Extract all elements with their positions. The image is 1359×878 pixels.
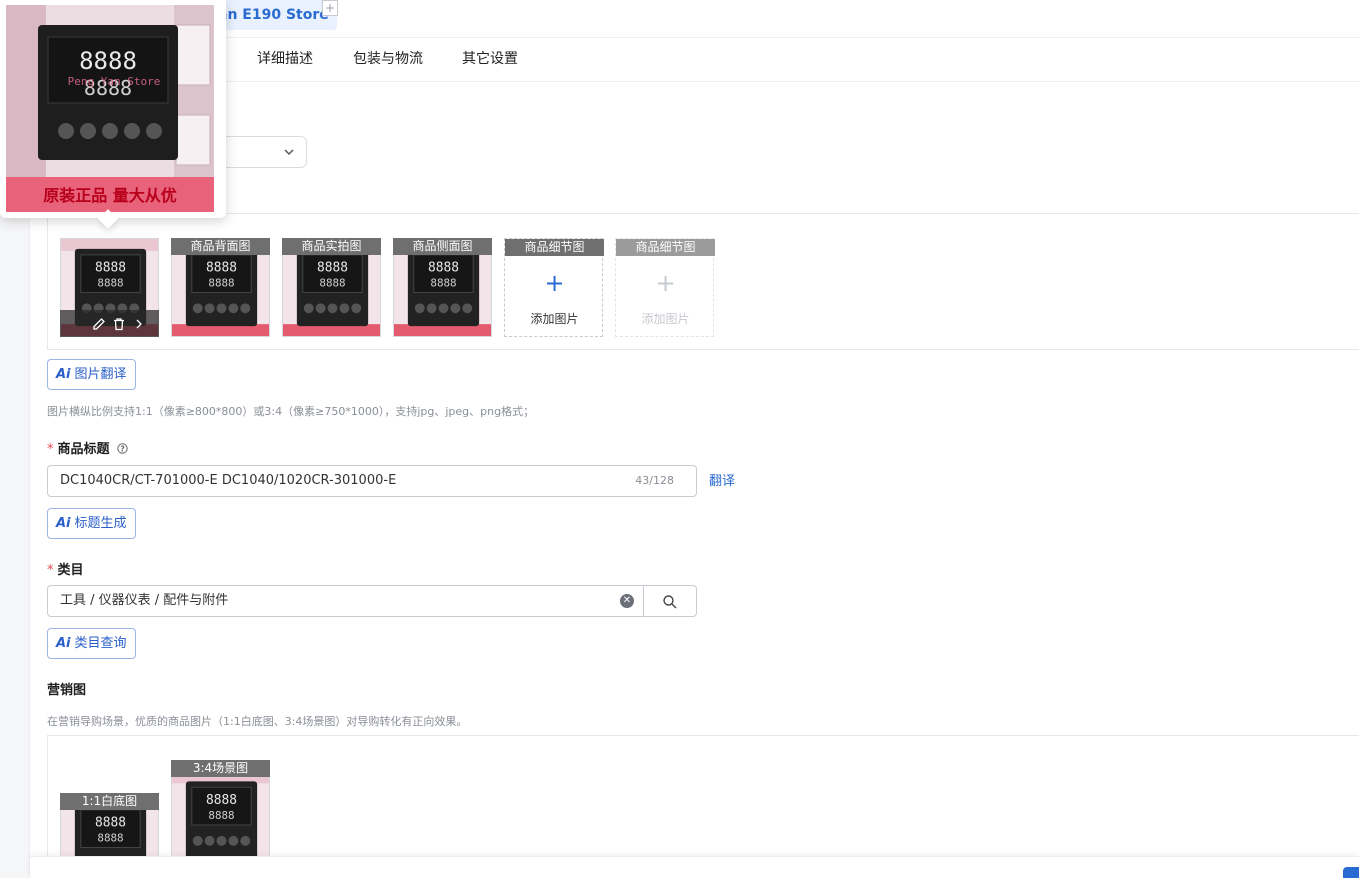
category-input[interactable]: 工具 / 仪器仪表 / 配件与附件 ✕ <box>47 585 644 617</box>
chevron-right-icon[interactable] <box>134 318 144 330</box>
add-image-text: 添加图片 <box>530 312 579 326</box>
delete-icon[interactable] <box>112 317 126 331</box>
ai-category-query-label: 类目查询 <box>74 636 127 651</box>
required-mark: * <box>47 442 54 457</box>
title-field-label: * 商品标题 ? <box>47 438 128 457</box>
add-tab-button[interactable]: + <box>322 0 338 16</box>
category-search-button[interactable] <box>643 585 697 617</box>
ai-icon: Ai <box>56 636 71 651</box>
product-image-main[interactable] <box>60 238 159 337</box>
product-images-panel: 商品背面图 商品实拍图 商品侧面图 商品细节图 + 添加图片 商品细节图 + 添… <box>47 213 1359 350</box>
product-image-side[interactable]: 商品侧面图 <box>393 238 492 337</box>
preview-watermark: Peng Yan Store <box>68 75 161 88</box>
title-char-count: 43/128 <box>635 474 674 487</box>
ai-title-generate-button[interactable]: Ai 标题生成 <box>47 508 136 539</box>
edit-icon[interactable] <box>92 317 106 331</box>
slot-label: 商品细节图 <box>616 239 715 256</box>
add-detail-image-button[interactable]: 商品细节图 + 添加图片 <box>504 238 604 337</box>
slot-label: 1:1白底图 <box>60 793 159 810</box>
slot-label: 商品实拍图 <box>282 238 381 255</box>
tab-packaging-logistics[interactable]: 包装与物流 <box>353 38 423 82</box>
category-value: 工具 / 仪器仪表 / 配件与附件 <box>60 593 229 608</box>
bottom-action-bar <box>30 856 1359 878</box>
svg-text:?: ? <box>120 444 124 453</box>
plus-icon: + <box>544 269 565 297</box>
slot-label: 3:4场景图 <box>171 760 270 777</box>
required-mark: * <box>47 563 54 578</box>
marketing-images-label: 营销图 <box>47 683 87 698</box>
product-image-real[interactable]: 商品实拍图 <box>282 238 381 337</box>
tab-other-settings[interactable]: 其它设置 <box>462 38 518 82</box>
add-detail-image-button-disabled: 商品细节图 + 添加图片 <box>615 238 715 337</box>
product-title-input[interactable]: DC1040CR/CT-701000-E DC1040/1020CR-30100… <box>47 465 697 497</box>
plus-icon: + <box>655 269 676 297</box>
help-icon[interactable]: ? <box>117 443 128 454</box>
bottom-action-button[interactable] <box>1343 867 1359 878</box>
svg-text:8888: 8888 <box>79 47 137 75</box>
tab-detail-description[interactable]: 详细描述 <box>257 38 313 82</box>
section-tabs: 详细描述 包装与物流 其它设置 <box>30 38 1359 82</box>
search-icon <box>663 595 677 609</box>
preview-badge-text: 原装正品 量大从优 <box>43 186 177 205</box>
image-actions-bar <box>60 310 159 337</box>
image-preview-popover: 8888 8888 Peng Yan Store 原装正品 量大从优 <box>0 0 226 229</box>
store-tab-label: an E190 Store <box>218 7 329 23</box>
ai-icon: Ai <box>56 516 71 531</box>
product-title-value: DC1040CR/CT-701000-E DC1040/1020CR-30100… <box>60 473 397 488</box>
add-image-text: 添加图片 <box>641 312 690 326</box>
ai-image-translate-label: 图片翻译 <box>74 367 127 382</box>
product-image-back[interactable]: 商品背面图 <box>171 238 270 337</box>
clear-icon[interactable]: ✕ <box>620 594 634 608</box>
ai-category-query-button[interactable]: Ai 类目查询 <box>47 628 136 659</box>
slot-label: 商品背面图 <box>171 238 270 255</box>
category-field-label: * 类目 <box>47 563 84 578</box>
image-hint: 图片横纵比例支持1:1（像素≥800*800）或3:4（像素≥750*1000）… <box>47 405 535 418</box>
translate-link[interactable]: 翻译 <box>709 470 735 489</box>
ai-icon: Ai <box>56 367 71 382</box>
slot-label: 商品细节图 <box>505 239 604 256</box>
marketing-hint: 在营销导购场景，优质的商品图片（1:1白底图、3:4场景图）对导购转化有正向效果… <box>47 715 468 728</box>
ai-image-translate-button[interactable]: Ai 图片翻译 <box>47 359 136 390</box>
preview-image: 8888 8888 Peng Yan Store 原装正品 量大从优 <box>6 5 214 212</box>
ai-title-generate-label: 标题生成 <box>74 516 127 531</box>
slot-label: 商品侧面图 <box>393 238 492 255</box>
store-tab[interactable]: an E190 Store <box>210 0 337 30</box>
chevron-down-icon <box>284 149 294 156</box>
